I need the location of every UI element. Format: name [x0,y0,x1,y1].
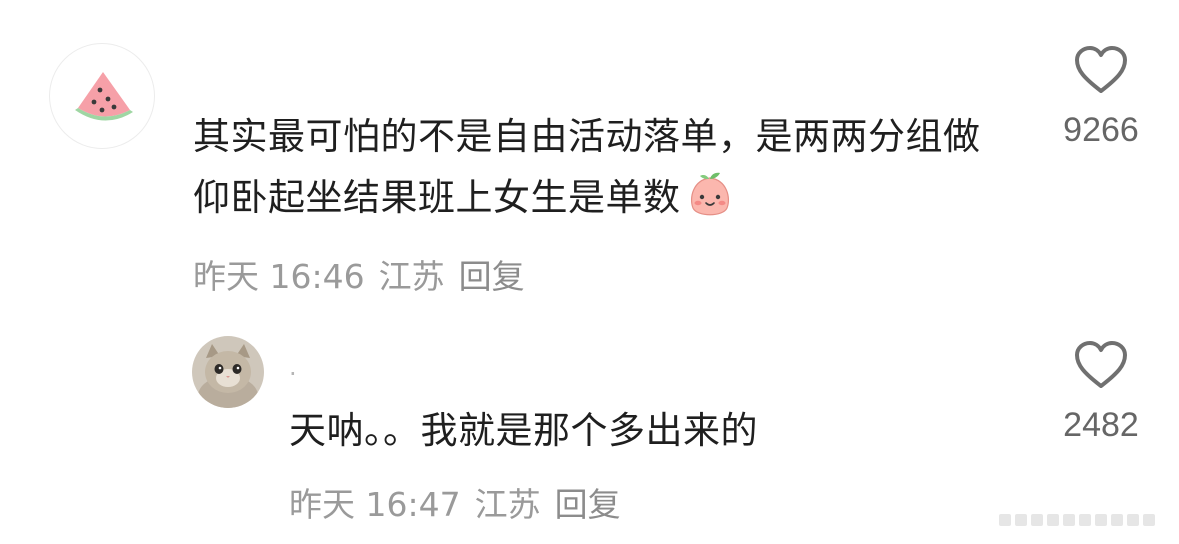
heart-icon[interactable] [1074,340,1128,390]
comment-meta: 昨天 16:46 江苏 回复 [193,250,539,298]
kitten-photo-avatar [192,336,264,408]
comment-time: 昨天 16:46 [193,257,365,296]
like-count: 2482 [1063,406,1139,444]
watermelon-icon [75,72,133,121]
avatar[interactable] [49,43,155,149]
peach-smile-emoji-icon [690,172,729,216]
reply-text: 天呐。。我就是那个多出来的 [289,409,758,452]
reply-button[interactable]: 回复 [459,250,525,298]
reply-username[interactable]: · [289,360,297,388]
reply-meta: 昨天 16:47 江苏 回复 [289,478,635,526]
like-column: 9266 [1041,45,1161,150]
reply-location: 江苏 [474,485,541,524]
reply-time: 昨天 16:47 [289,485,461,524]
like-count: 9266 [1063,111,1139,149]
reply-button[interactable]: 回复 [555,478,621,526]
watermark-logo [999,514,1155,526]
like-column: 2482 [1041,340,1161,445]
comment-location: 江苏 [378,257,445,296]
avatar[interactable] [192,336,264,408]
heart-icon[interactable] [1074,45,1128,95]
comment-text: 其实最可怕的不是自由活动落单，是两两分组做仰卧起坐结果班上女生是单数 [193,115,981,219]
